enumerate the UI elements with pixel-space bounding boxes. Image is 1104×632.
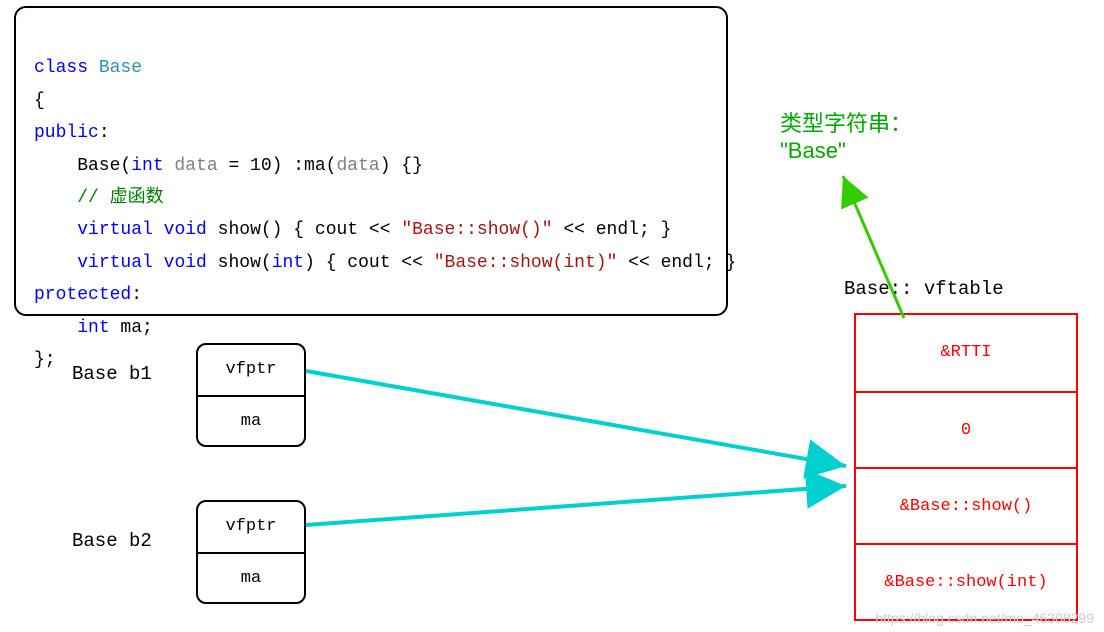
label-b2: Base b2 [72, 530, 152, 552]
object-b1: vfptr ma [196, 343, 306, 447]
code-brace: { [34, 91, 45, 111]
code-close: }; [34, 350, 56, 370]
type-string-title: 类型字符串： [780, 106, 912, 138]
b2-ma: ma [198, 552, 304, 602]
watermark: https://blog.csdn.net/mo_46308299 [875, 610, 1094, 626]
ma-decl: int ma; [34, 318, 153, 338]
arrow-b1 [306, 371, 846, 466]
kw-protected: protected [34, 285, 131, 305]
virtual-show: virtual void show() { cout << "Base::sho… [34, 220, 671, 240]
object-b2: vfptr ma [196, 500, 306, 604]
b1-vfptr: vfptr [198, 345, 304, 395]
type-string-value: "Base" [780, 138, 846, 164]
kw-public: public [34, 123, 99, 143]
vftable-show-int: &Base::show(int) [856, 543, 1076, 619]
b1-ma: ma [198, 395, 304, 445]
code-block: class Base { public: Base(int data = 10)… [14, 6, 728, 316]
vftable-rtti: &RTTI [856, 315, 1076, 391]
label-b1: Base b1 [72, 363, 152, 385]
vftable-show: &Base::show() [856, 467, 1076, 543]
vftable-label: Base:: vftable [844, 278, 1004, 300]
arrow-b2 [306, 486, 846, 525]
virtual-show-int: virtual void show(int) { cout << "Base::… [34, 253, 736, 273]
vftable: &RTTI 0 &Base::show() &Base::show(int) [854, 313, 1078, 621]
ctor: Base(int data = 10) :ma(data) {} [34, 156, 423, 176]
vftable-offset: 0 [856, 391, 1076, 467]
kw-class: class [34, 58, 88, 78]
comment: // 虚函数 [34, 188, 164, 208]
class-name: Base [99, 58, 142, 78]
b2-vfptr: vfptr [198, 502, 304, 552]
